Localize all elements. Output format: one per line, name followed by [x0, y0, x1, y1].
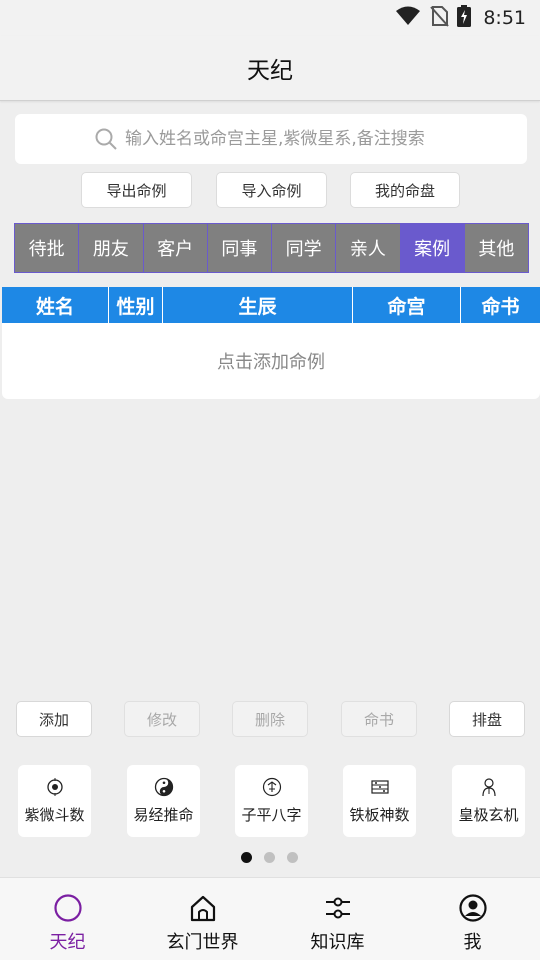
page-indicator — [241, 852, 298, 863]
nav-tianji[interactable]: 天纪 — [0, 878, 135, 960]
page-dot[interactable] — [264, 852, 275, 863]
wifi-icon — [395, 6, 421, 30]
page-dot[interactable] — [241, 852, 252, 863]
import-cases-button[interactable]: 导入命例 — [216, 172, 327, 208]
app-bar: 天纪 — [0, 36, 540, 101]
page-title: 天纪 — [247, 58, 293, 84]
tab-pending[interactable]: 待批 — [15, 224, 80, 272]
delete-button[interactable]: 删除 — [232, 701, 308, 737]
fate-book-button[interactable]: 命书 — [341, 701, 417, 737]
ziwei-icon — [45, 777, 65, 797]
column-fate-book[interactable]: 命书 — [461, 287, 540, 323]
yin-yang-icon — [154, 777, 174, 797]
account-icon — [458, 893, 488, 923]
bottom-nav: 天纪 玄门世界 知识库 我 — [0, 877, 540, 960]
home-icon — [188, 893, 218, 923]
nav-label: 天纪 — [49, 932, 86, 953]
category-tabs: 待批 朋友 客户 同事 同学 亲人 案例 其他 — [14, 223, 529, 273]
page-dot[interactable] — [287, 852, 298, 863]
tab-colleagues[interactable]: 同事 — [207, 224, 272, 272]
tool-label: 紫微斗数 — [24, 806, 85, 824]
tab-classmates[interactable]: 同学 — [272, 224, 337, 272]
tab-cases[interactable]: 案例 — [400, 224, 465, 272]
export-cases-button[interactable]: 导出命例 — [81, 172, 192, 208]
tab-other[interactable]: 其他 — [464, 224, 528, 272]
column-name[interactable]: 姓名 — [2, 287, 109, 323]
edit-button[interactable]: 修改 — [124, 701, 200, 737]
tab-relatives[interactable]: 亲人 — [336, 224, 401, 272]
arrange-chart-button[interactable]: 排盘 — [449, 701, 525, 737]
tool-label: 子平八字 — [241, 806, 302, 824]
table-header: 姓名 性别 生辰 命宫 命书 — [2, 287, 540, 323]
nav-label: 我 — [463, 932, 482, 953]
nav-label: 玄门世界 — [166, 932, 239, 953]
search-input[interactable] — [125, 122, 515, 156]
tool-yijing[interactable]: 易经推命 — [127, 765, 200, 837]
tab-friends[interactable]: 朋友 — [79, 224, 144, 272]
nav-me[interactable]: 我 — [405, 878, 540, 960]
status-bar: 8:51 — [0, 0, 540, 36]
tool-label: 易经推命 — [133, 806, 194, 824]
nav-knowledge[interactable]: 知识库 — [270, 878, 405, 960]
tool-ziping[interactable]: 子平八字 — [235, 765, 308, 837]
search-icon — [94, 127, 118, 155]
sliders-icon — [323, 893, 353, 923]
case-list[interactable]: 点击添加命例 — [2, 323, 540, 399]
search-box[interactable] — [15, 114, 527, 164]
tool-huangji[interactable]: 皇极玄机 — [452, 765, 525, 837]
tool-label: 铁板神数 — [349, 806, 410, 824]
column-life-palace[interactable]: 命宫 — [353, 287, 461, 323]
ziping-icon — [262, 777, 282, 797]
add-button[interactable]: 添加 — [16, 701, 92, 737]
tool-tieban[interactable]: 铁板神数 — [343, 765, 416, 837]
no-sim-icon — [429, 5, 450, 31]
tool-label: 皇极玄机 — [458, 806, 519, 824]
my-chart-button[interactable]: 我的命盘 — [350, 172, 460, 208]
nav-xuanmen-world[interactable]: 玄门世界 — [135, 878, 270, 960]
empty-placeholder[interactable]: 点击添加命例 — [217, 348, 325, 374]
battery-charging-icon — [457, 5, 472, 31]
tool-ziwei[interactable]: 紫微斗数 — [18, 765, 91, 837]
sage-icon — [479, 777, 499, 797]
nav-label: 知识库 — [310, 932, 365, 953]
column-gender[interactable]: 性别 — [109, 287, 163, 323]
abacus-icon — [370, 777, 390, 797]
tab-clients[interactable]: 客户 — [143, 224, 208, 272]
column-birth[interactable]: 生辰 — [163, 287, 353, 323]
status-time: 8:51 — [483, 7, 526, 29]
circle-icon — [53, 893, 83, 923]
